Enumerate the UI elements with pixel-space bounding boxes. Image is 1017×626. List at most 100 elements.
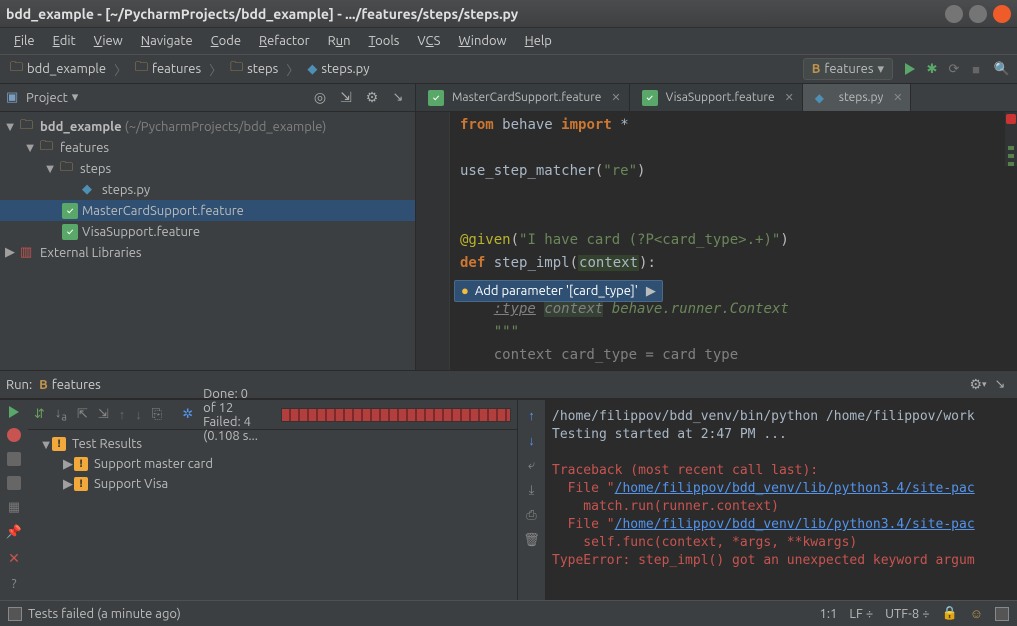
- close-icon[interactable]: ✕: [8, 550, 20, 567]
- hector-icon[interactable]: ☺: [970, 606, 983, 621]
- expand-icon[interactable]: ▶: [62, 457, 74, 472]
- menu-vcs[interactable]: VCS: [409, 31, 448, 51]
- test-node-visa[interactable]: ▶ ! Support Visa: [28, 474, 517, 494]
- intention-popup[interactable]: ● Add parameter '[card_type]' ▶: [454, 280, 663, 302]
- filter-passed-icon[interactable]: ⇵: [34, 407, 45, 422]
- debug-button[interactable]: ✱: [923, 60, 941, 78]
- breadcrumb[interactable]: 🗀features: [129, 57, 207, 81]
- test-node-results[interactable]: ▼ ! Test Results: [28, 434, 517, 454]
- tree-row-features[interactable]: ▼ 🗀 features: [0, 137, 415, 158]
- marker-icon[interactable]: [1008, 146, 1014, 150]
- search-icon[interactable]: 🔍: [993, 60, 1011, 78]
- rerun-failed-icon[interactable]: [7, 428, 21, 442]
- menu-code[interactable]: Code: [203, 31, 249, 51]
- lock-icon[interactable]: 🔒: [942, 606, 958, 621]
- sort-icon[interactable]: ↓a: [55, 405, 67, 424]
- menu-run[interactable]: Run: [320, 31, 359, 51]
- rerun-icon[interactable]: [9, 406, 19, 418]
- breadcrumb[interactable]: 🗀steps: [224, 57, 284, 81]
- marker-icon[interactable]: [1008, 162, 1014, 166]
- run-button[interactable]: [901, 60, 919, 78]
- minimize-icon[interactable]: [945, 5, 963, 23]
- tree-row-visa[interactable]: ✓ VisaSupport.feature: [0, 221, 415, 242]
- close-icon[interactable]: ✕: [893, 91, 902, 104]
- cog-icon[interactable]: ✲: [182, 407, 193, 422]
- toggle-auto-test-icon[interactable]: [7, 452, 21, 466]
- up-icon[interactable]: ↑: [528, 408, 535, 423]
- print-icon[interactable]: ⎙: [526, 508, 536, 523]
- menu-help[interactable]: Help: [517, 31, 560, 51]
- expand-icon[interactable]: ▼: [4, 119, 16, 134]
- expand-icon[interactable]: ▶: [4, 245, 16, 260]
- status-message: Tests failed (a minute ago): [28, 607, 181, 621]
- project-view-dropdown[interactable]: Project ▾: [26, 90, 305, 105]
- run-configuration-dropdown[interactable]: B features ▾: [803, 58, 893, 80]
- error-marker-icon[interactable]: [1006, 114, 1016, 124]
- collapse-all-icon[interactable]: ⇲: [337, 89, 355, 107]
- project-tree[interactable]: ▼ 🗀 bdd_example (~/PycharmProjects/bdd_e…: [0, 112, 415, 370]
- file-encoding[interactable]: UTF-8 ÷: [885, 607, 929, 621]
- expand-all-icon[interactable]: ⇱: [77, 407, 88, 422]
- settings-icon[interactable]: ⚙: [363, 89, 381, 107]
- console-output[interactable]: /home/filippov/bdd_venv/bin/python /home…: [546, 400, 1017, 600]
- settings-icon[interactable]: ⚙▾: [969, 376, 987, 394]
- line-separator[interactable]: LF ÷: [849, 607, 873, 621]
- menu-navigate[interactable]: Navigate: [133, 31, 201, 51]
- tool-windows-icon[interactable]: [8, 607, 22, 621]
- feature-file-icon: ✓: [62, 203, 78, 219]
- tree-row-stepspy[interactable]: ◆ steps.py: [0, 179, 415, 200]
- expand-icon[interactable]: ▼: [40, 437, 52, 452]
- tree-row-steps[interactable]: ▼ 🗀 steps: [0, 158, 415, 179]
- tab-mastercard[interactable]: ✓ MasterCardSupport.feature ✕: [416, 84, 630, 111]
- marker-icon[interactable]: [1008, 154, 1014, 158]
- rerun-button[interactable]: ⟳: [945, 60, 963, 78]
- scroll-from-source-icon[interactable]: ◎: [311, 89, 329, 107]
- close-icon[interactable]: ✕: [785, 91, 794, 104]
- close-icon[interactable]: ✕: [611, 91, 620, 104]
- close-icon[interactable]: [993, 5, 1011, 23]
- expand-icon[interactable]: ▼: [24, 140, 36, 155]
- hide-icon[interactable]: ↘: [991, 376, 1009, 394]
- next-icon[interactable]: ↓: [135, 407, 142, 422]
- tab-stepspy[interactable]: ◆ steps.py ✕: [803, 84, 912, 111]
- tree-row-project-root[interactable]: ▼ 🗀 bdd_example (~/PycharmProjects/bdd_e…: [0, 116, 415, 137]
- menu-window[interactable]: Window: [450, 31, 514, 51]
- caret-position[interactable]: 1:1: [820, 607, 838, 621]
- dump-icon[interactable]: ▦: [8, 500, 20, 515]
- code-editor[interactable]: from behave import * use_step_matcher("r…: [450, 112, 1005, 370]
- expand-icon[interactable]: ▼: [44, 161, 56, 176]
- error-stripe[interactable]: [1005, 112, 1017, 370]
- menu-tools[interactable]: Tools: [361, 31, 408, 51]
- menu-refactor[interactable]: Refactor: [251, 31, 318, 51]
- export-icon[interactable]: ⎘: [152, 407, 162, 422]
- prev-icon[interactable]: ↑: [119, 407, 126, 422]
- chevron-right-icon: 〉: [112, 60, 129, 79]
- tab-visa[interactable]: ✓ VisaSupport.feature ✕: [630, 84, 803, 111]
- stop-button[interactable]: ■: [967, 60, 985, 78]
- help-icon[interactable]: ?: [11, 577, 16, 591]
- expand-icon[interactable]: ▶: [62, 477, 74, 492]
- tree-row-external-libs[interactable]: ▶ ▥ External Libraries: [0, 242, 415, 263]
- test-node-mastercard[interactable]: ▶ ! Support master card: [28, 454, 517, 474]
- stop-icon[interactable]: [7, 476, 21, 490]
- pin-icon[interactable]: 📌: [6, 525, 22, 540]
- hide-icon[interactable]: ↘: [389, 89, 407, 107]
- tests-toolbar: ⇵ ↓a ⇱ ⇲ ↑ ↓ ⎘ ✲ Done: 0 of 12 Failed: 4…: [28, 400, 517, 430]
- menu-file[interactable]: File: [6, 31, 43, 51]
- folder-icon: 🗀: [230, 58, 243, 80]
- tests-tree[interactable]: ▼ ! Test Results ▶ ! Support master card…: [28, 430, 517, 600]
- editor-gutter[interactable]: [416, 112, 450, 370]
- breadcrumb[interactable]: ◆steps.py: [301, 57, 375, 81]
- breadcrumb[interactable]: 🗀bdd_example: [4, 57, 112, 81]
- menu-view[interactable]: View: [86, 31, 131, 51]
- scroll-to-end-icon[interactable]: ⤓: [529, 483, 535, 498]
- memory-indicator-icon[interactable]: [995, 607, 1009, 621]
- clear-all-icon[interactable]: 🗑: [523, 533, 540, 548]
- down-icon[interactable]: ↓: [528, 433, 535, 448]
- folder-icon: 🗀: [40, 137, 56, 159]
- menu-edit[interactable]: Edit: [45, 31, 84, 51]
- soft-wrap-icon[interactable]: ⤶: [528, 458, 535, 473]
- maximize-icon[interactable]: [969, 5, 987, 23]
- tree-row-mastercard[interactable]: ✓ MasterCardSupport.feature: [0, 200, 415, 221]
- collapse-all-icon[interactable]: ⇲: [98, 407, 109, 422]
